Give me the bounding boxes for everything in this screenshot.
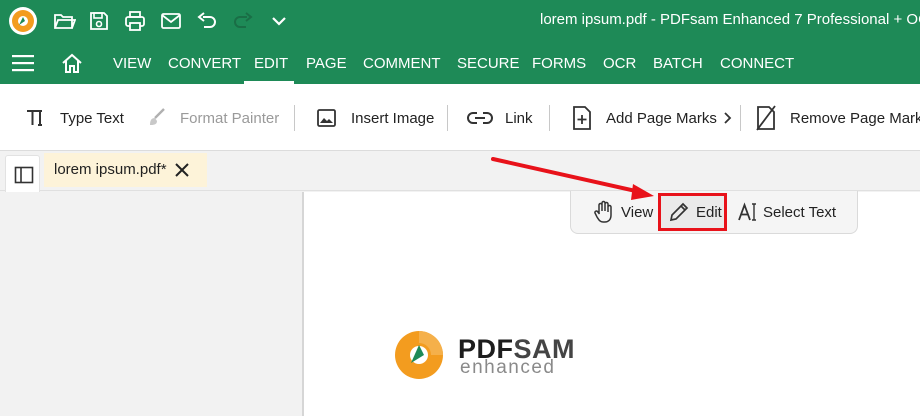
open-folder-icon[interactable]: [52, 9, 76, 33]
redo-icon: [234, 12, 253, 28]
sidebar-panel-icon[interactable]: [14, 165, 34, 185]
toolbar-divider: [740, 105, 741, 131]
document-tab-label: lorem ipsum.pdf*: [54, 161, 167, 178]
home-icon[interactable]: [60, 52, 84, 74]
format-painter-label: Format Painter: [180, 109, 280, 127]
image-icon: [317, 109, 336, 127]
link-icon: [467, 112, 493, 124]
type-text-button[interactable]: Type Text: [24, 106, 124, 130]
add-page-icon: [573, 106, 591, 130]
chevron-right-icon[interactable]: [721, 110, 735, 126]
add-page-marks-label: Add Page Marks: [606, 109, 717, 127]
edit-toolbar: Type Text Format Painter Insert Image Li…: [0, 84, 920, 151]
mail-icon[interactable]: [159, 9, 183, 33]
menu-page[interactable]: PAGE: [306, 55, 347, 72]
close-icon[interactable]: [174, 162, 190, 178]
add-page-marks-button[interactable]: Add Page Marks: [570, 106, 717, 130]
chevron-down-icon[interactable]: [267, 9, 291, 33]
select-text-mode-label: Select Text: [763, 203, 837, 221]
save-icon[interactable]: [87, 9, 111, 33]
title-bar: lorem ipsum.pdf - PDFsam Enhanced 7 Prof…: [0, 0, 920, 42]
hamburger-icon[interactable]: [12, 54, 34, 72]
document-tab[interactable]: lorem ipsum.pdf*: [44, 153, 207, 187]
window-title: lorem ipsum.pdf - PDFsam Enhanced 7 Prof…: [540, 11, 920, 28]
format-painter-button: Format Painter: [146, 106, 279, 130]
type-text-label: Type Text: [60, 109, 124, 127]
app-logo-icon: [9, 7, 37, 35]
pdfsam-logo-icon: [395, 331, 443, 379]
insert-image-button[interactable]: Insert Image: [315, 106, 434, 130]
toolbar-divider: [447, 105, 448, 131]
annotation-arrow: [491, 157, 654, 200]
menu-forms[interactable]: FORMS: [532, 55, 586, 72]
type-text-icon: [27, 110, 42, 126]
brush-icon: [150, 108, 165, 125]
link-label: Link: [505, 109, 533, 127]
menu-secure[interactable]: SECURE: [457, 55, 520, 72]
menu-ocr[interactable]: OCR: [603, 55, 636, 72]
navigation-panel: [0, 192, 302, 416]
print-icon[interactable]: [123, 9, 147, 33]
toolbar-divider: [294, 105, 295, 131]
menu-connect[interactable]: CONNECT: [720, 55, 794, 72]
toolbar-divider: [549, 105, 550, 131]
link-button[interactable]: Link: [467, 106, 533, 130]
brand-subtitle: enhanced: [460, 357, 556, 378]
menu-batch[interactable]: BATCH: [653, 55, 703, 72]
select-text-mode-button[interactable]: Select Text: [737, 201, 836, 223]
menu-edit[interactable]: EDIT: [254, 55, 288, 72]
undo-icon[interactable]: [195, 9, 219, 33]
insert-image-label: Insert Image: [351, 109, 435, 127]
menu-view[interactable]: VIEW: [113, 55, 151, 72]
menu-comment[interactable]: COMMENT: [363, 55, 441, 72]
edit-mode-label: Edit: [696, 203, 722, 221]
select-text-icon: [738, 202, 756, 221]
remove-page-marks-button[interactable]: Remove Page Marks: [754, 105, 920, 131]
remove-page-icon: [756, 105, 776, 131]
menu-convert[interactable]: CONVERT: [168, 55, 241, 72]
menu-bar: VIEW CONVERT EDIT PAGE COMMENT SECURE FO…: [0, 42, 920, 84]
remove-page-marks-label: Remove Page Marks: [790, 109, 920, 127]
